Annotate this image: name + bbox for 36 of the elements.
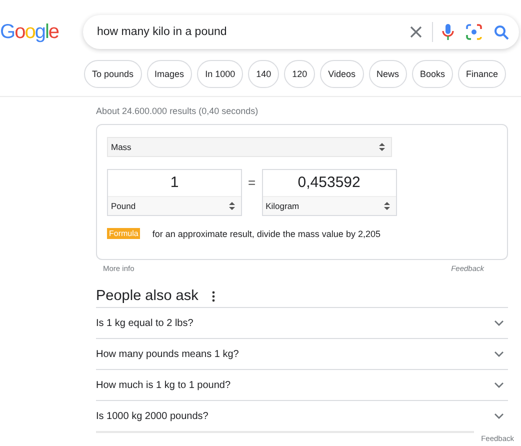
search-field[interactable]: how many kilo in a pound xyxy=(83,15,519,49)
filter-chip[interactable]: 140 xyxy=(248,60,280,88)
result-stats: About 24.600.000 results (0,40 seconds) xyxy=(96,106,260,116)
value-field[interactable]: 0,453592 xyxy=(262,170,396,196)
question-row[interactable]: Is 1 kg equal to 2 lbs? xyxy=(96,307,508,338)
equals-sign: = xyxy=(248,175,256,190)
filter-chip[interactable]: 120 xyxy=(284,60,316,88)
updown-icon xyxy=(379,142,385,152)
updown-icon xyxy=(229,201,235,211)
unit-select[interactable]: Pound xyxy=(108,196,241,215)
more-options-icon[interactable] xyxy=(212,290,216,302)
chevron-icon xyxy=(494,413,504,419)
unit-select[interactable]: Kilogram xyxy=(262,196,396,215)
microphone-icon[interactable] xyxy=(442,23,454,41)
filter-chip[interactable]: In 1000 xyxy=(197,60,244,88)
filter-chip[interactable]: News xyxy=(368,60,408,88)
search-icon[interactable] xyxy=(494,24,509,40)
filter-chip[interactable]: To pounds xyxy=(84,60,142,88)
value-field[interactable]: 1 xyxy=(108,170,241,196)
filter-chip[interactable]: Books xyxy=(412,60,454,88)
question-row[interactable]: How many pounds means 1 kg? xyxy=(96,338,508,369)
updown-icon xyxy=(384,201,390,211)
formula-text: for an approximate result, divide the mass value by 2,205 xyxy=(152,228,380,238)
chevron-icon xyxy=(494,351,504,357)
filter-chip[interactable]: Images xyxy=(146,60,192,88)
close-icon[interactable] xyxy=(409,25,423,39)
google-logo[interactable]: Google xyxy=(0,20,83,44)
section-title: People also ask xyxy=(96,288,198,304)
formula-badge: Formula xyxy=(107,228,140,239)
quantity-select[interactable]: Mass xyxy=(107,137,392,157)
filter-chip[interactable]: Finance xyxy=(458,60,506,88)
camera-icon[interactable] xyxy=(466,24,482,40)
chevron-icon xyxy=(494,382,504,388)
chevron-icon xyxy=(494,320,504,326)
question-row[interactable]: How much is 1 kg to 1 pound? xyxy=(96,369,508,400)
filter-chip[interactable]: Videos xyxy=(320,60,364,88)
